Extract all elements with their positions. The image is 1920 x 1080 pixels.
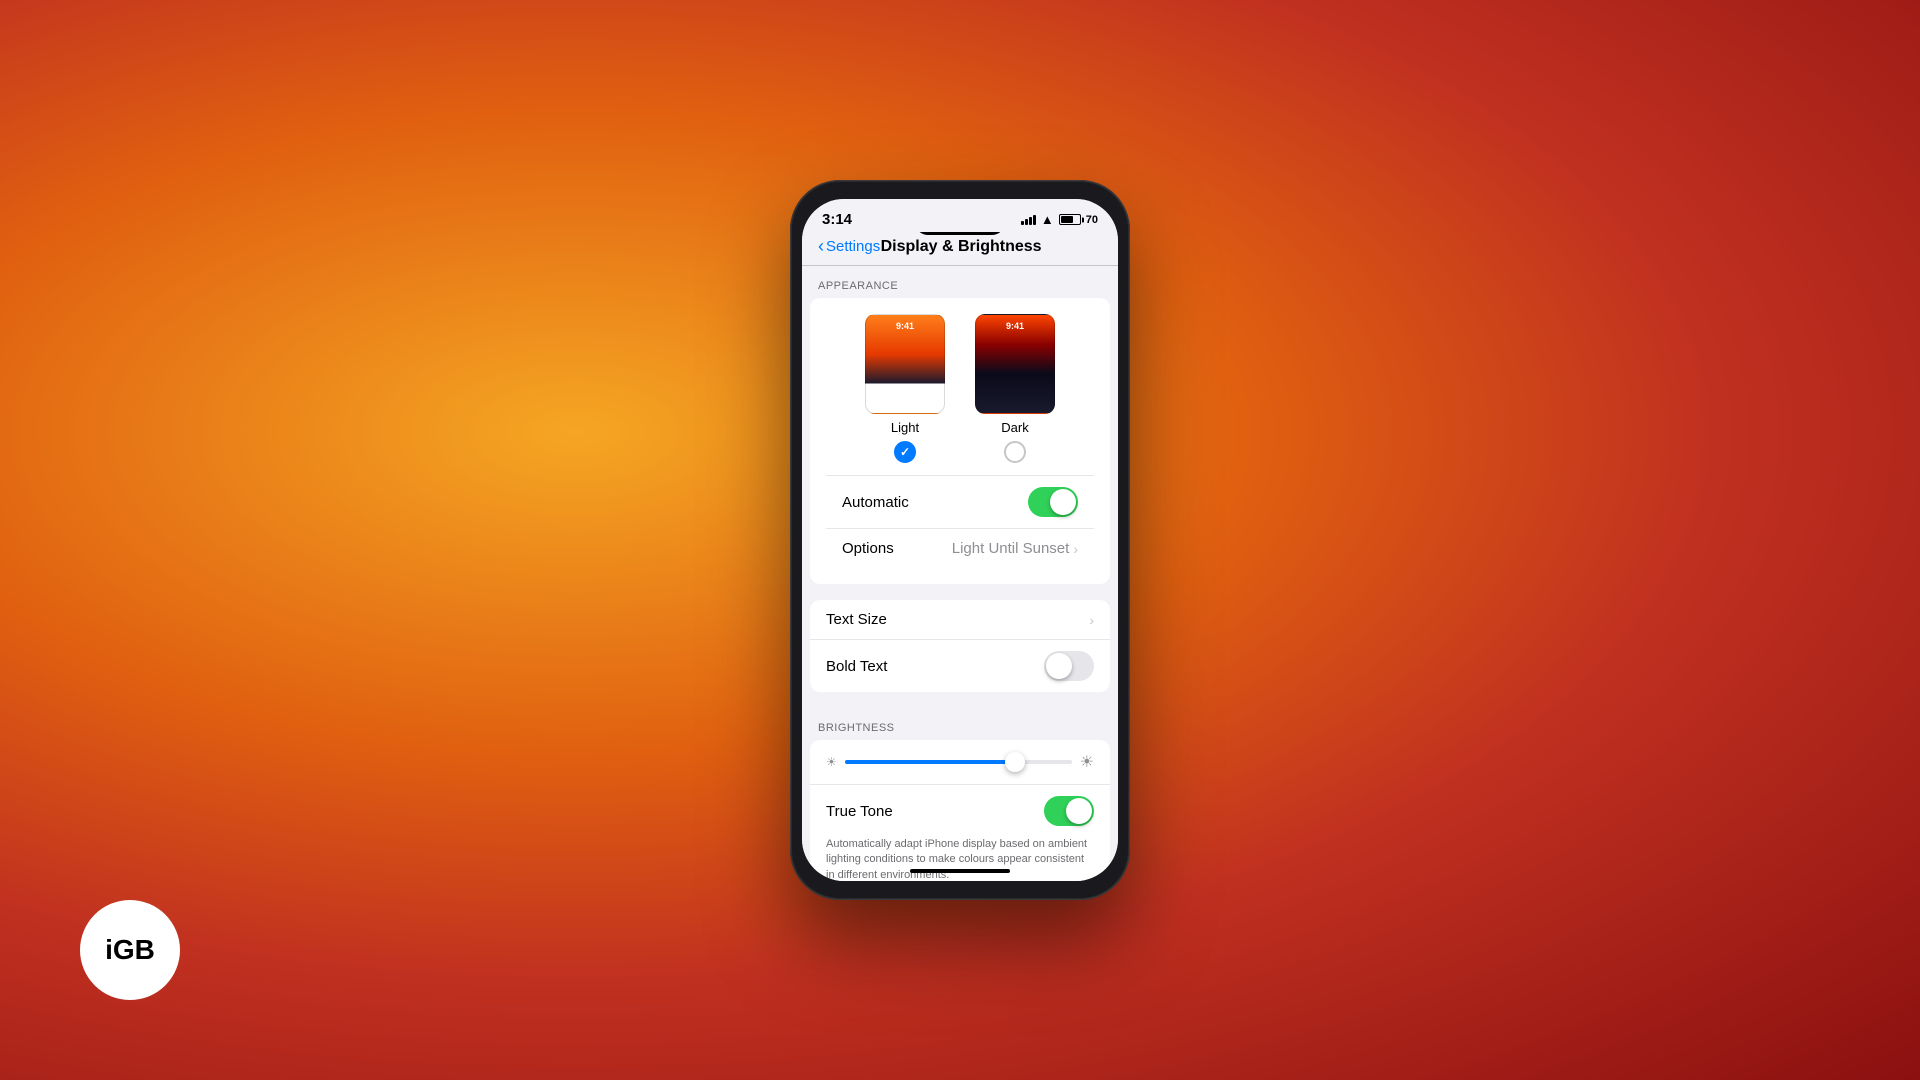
true-tone-toggle[interactable] xyxy=(1044,796,1094,826)
options-label: Options xyxy=(842,540,894,557)
battery-fill xyxy=(1061,216,1074,223)
igb-logo: iGB xyxy=(80,900,180,1000)
phone-frame: 3:14 ▲ 70 ‹ S xyxy=(790,180,1130,900)
battery-percent: 70 xyxy=(1086,214,1098,226)
content-area: APPEARANCE 9:41 Light 9:4 xyxy=(802,266,1118,881)
bold-text-label: Bold Text xyxy=(826,658,887,675)
page-title: Display & Brightness xyxy=(880,238,1042,256)
phone-screen: 3:14 ▲ 70 ‹ S xyxy=(802,199,1118,881)
true-tone-row: True Tone xyxy=(810,784,1110,837)
options-chevron-icon: › xyxy=(1073,541,1078,557)
light-option[interactable]: 9:41 Light xyxy=(865,314,945,463)
bold-text-toggle-knob xyxy=(1046,653,1072,679)
light-preview: 9:41 xyxy=(865,314,945,414)
brightness-max-icon: ☀ xyxy=(1080,752,1094,772)
brightness-section-header: BRIGHTNESS xyxy=(802,708,1118,740)
options-value-group: Light Until Sunset › xyxy=(952,540,1078,557)
back-chevron-icon: ‹ xyxy=(818,236,824,257)
status-icons: ▲ 70 xyxy=(1021,212,1098,227)
battery-icon xyxy=(1059,214,1081,225)
back-button[interactable]: ‹ Settings xyxy=(818,236,880,257)
status-bar: 3:14 ▲ 70 xyxy=(802,199,1118,232)
dark-radio[interactable] xyxy=(1004,441,1026,463)
bold-text-row: Bold Text xyxy=(810,639,1110,692)
brightness-slider-track[interactable] xyxy=(845,760,1072,764)
dark-preview-time: 9:41 xyxy=(976,321,1054,331)
brightness-card: ☀ ☀ True Tone Automatically adapt iPhone… xyxy=(810,740,1110,881)
status-time: 3:14 xyxy=(822,211,852,228)
text-size-chevron-icon: › xyxy=(1089,612,1094,628)
options-row[interactable]: Options Light Until Sunset › xyxy=(826,528,1094,568)
automatic-toggle[interactable] xyxy=(1028,487,1078,517)
brightness-slider-fill xyxy=(845,760,1015,764)
true-tone-description: Automatically adapt iPhone display based… xyxy=(810,837,1110,881)
appearance-options: 9:41 Light 9:41 Dark xyxy=(826,314,1094,463)
brightness-slider-row: ☀ ☀ xyxy=(810,740,1110,784)
signal-icon xyxy=(1021,215,1036,225)
home-indicator xyxy=(910,869,1010,873)
automatic-row: Automatic xyxy=(826,475,1094,528)
text-size-label: Text Size xyxy=(826,611,887,628)
true-tone-label: True Tone xyxy=(826,803,893,820)
dark-preview: 9:41 xyxy=(975,314,1055,414)
automatic-toggle-knob xyxy=(1050,489,1076,515)
light-radio[interactable] xyxy=(894,441,916,463)
brightness-slider-thumb[interactable] xyxy=(1005,752,1025,772)
text-size-row[interactable]: Text Size › xyxy=(810,600,1110,639)
bold-text-toggle[interactable] xyxy=(1044,651,1094,681)
back-label[interactable]: Settings xyxy=(826,238,880,255)
appearance-section-header: APPEARANCE xyxy=(802,266,1118,298)
igb-logo-text: iGB xyxy=(105,934,155,966)
nav-bar: ‹ Settings Display & Brightness xyxy=(802,232,1118,266)
light-label: Light xyxy=(891,420,919,435)
text-settings-card: Text Size › Bold Text xyxy=(810,600,1110,692)
automatic-label: Automatic xyxy=(842,494,909,511)
appearance-card: 9:41 Light 9:41 Dark xyxy=(810,298,1110,584)
true-tone-toggle-knob xyxy=(1066,798,1092,824)
dark-label: Dark xyxy=(1001,420,1028,435)
dark-option[interactable]: 9:41 Dark xyxy=(975,314,1055,463)
wifi-icon: ▲ xyxy=(1041,212,1054,227)
brightness-min-icon: ☀ xyxy=(826,755,837,769)
options-value: Light Until Sunset xyxy=(952,540,1070,557)
light-preview-time: 9:41 xyxy=(866,321,944,331)
